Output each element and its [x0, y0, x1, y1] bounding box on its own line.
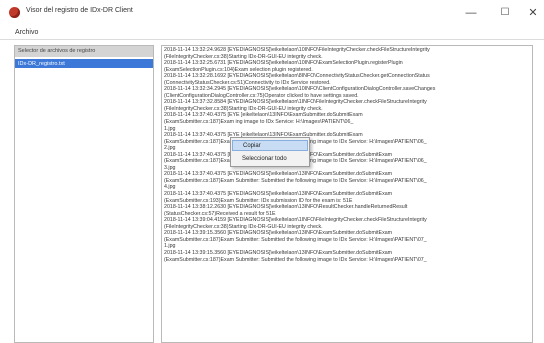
- context-menu-select-all[interactable]: Seleccionar todo: [232, 154, 308, 165]
- log-file-selector: Selector de archivos de registro IDx-DR_…: [14, 45, 154, 343]
- minimize-button[interactable]: —: [458, 4, 484, 22]
- context-menu: Copiar Seleccionar todo: [230, 137, 310, 167]
- log-line: (ExamSubmitter.cs:187)Exam Submitter: Su…: [164, 256, 427, 263]
- menu-file[interactable]: Archivo: [15, 29, 38, 36]
- window-title: Visor del registro de IDx-DR Client: [26, 7, 133, 14]
- title-bar: Visor del registro de IDx-DR Client — ☐ …: [0, 0, 544, 27]
- menu-bar: Archivo: [0, 27, 544, 40]
- log-file-item-selected[interactable]: IDx-DR_registro.txt: [15, 59, 153, 68]
- log-viewer[interactable]: 2018-11-14 13:32:24.9628 [EYEDIAGNOSIS]\…: [161, 45, 533, 343]
- app-icon: [9, 7, 20, 18]
- context-menu-copy[interactable]: Copiar: [232, 140, 308, 151]
- maximize-button[interactable]: ☐: [492, 4, 518, 22]
- log-file-selector-header: Selector de archivos de registro: [15, 46, 153, 57]
- close-button[interactable]: ✕: [520, 4, 544, 22]
